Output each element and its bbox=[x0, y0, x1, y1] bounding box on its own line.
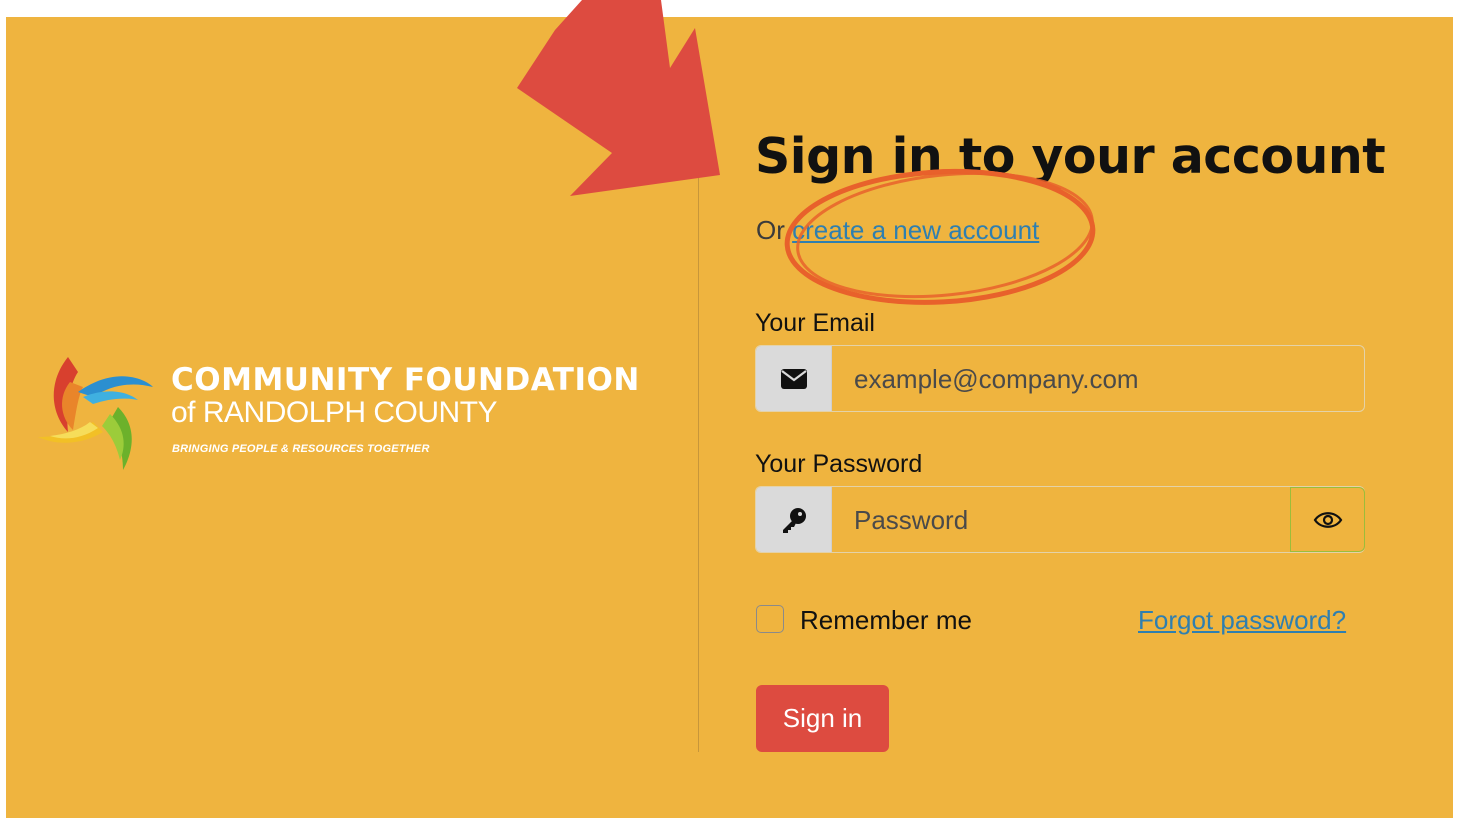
page-title: Sign in to your account bbox=[755, 128, 1386, 185]
vertical-divider bbox=[698, 165, 699, 752]
logo-pinwheel-icon bbox=[38, 357, 153, 470]
logo: COMMUNITY FOUNDATION of RANDOLPH COUNTY … bbox=[38, 352, 678, 472]
password-field[interactable] bbox=[832, 487, 1290, 552]
key-icon bbox=[756, 487, 832, 552]
toggle-password-button[interactable] bbox=[1290, 487, 1365, 552]
subline-prefix: Or bbox=[756, 215, 785, 245]
remember-me-checkbox[interactable] bbox=[756, 605, 784, 633]
eye-icon bbox=[1313, 511, 1342, 528]
email-label: Your Email bbox=[755, 309, 875, 337]
brand-name-line1: COMMUNITY FOUNDATION bbox=[171, 362, 640, 398]
envelope-icon bbox=[756, 346, 832, 411]
sign-in-button[interactable]: Sign in bbox=[756, 685, 889, 752]
email-field[interactable] bbox=[832, 346, 1364, 411]
create-account-link[interactable]: create a new account bbox=[792, 215, 1039, 245]
brand-name-line2: of RANDOLPH COUNTY bbox=[171, 396, 498, 429]
remember-me-label[interactable]: Remember me bbox=[800, 605, 972, 636]
brand-tagline: BRINGING PEOPLE & RESOURCES TOGETHER bbox=[172, 443, 430, 455]
forgot-password-link[interactable]: Forgot password? bbox=[1138, 605, 1346, 636]
password-input-group bbox=[755, 486, 1365, 553]
password-label: Your Password bbox=[755, 450, 923, 478]
create-account-line: Or create a new account bbox=[756, 215, 1039, 246]
email-input-group bbox=[755, 345, 1365, 412]
